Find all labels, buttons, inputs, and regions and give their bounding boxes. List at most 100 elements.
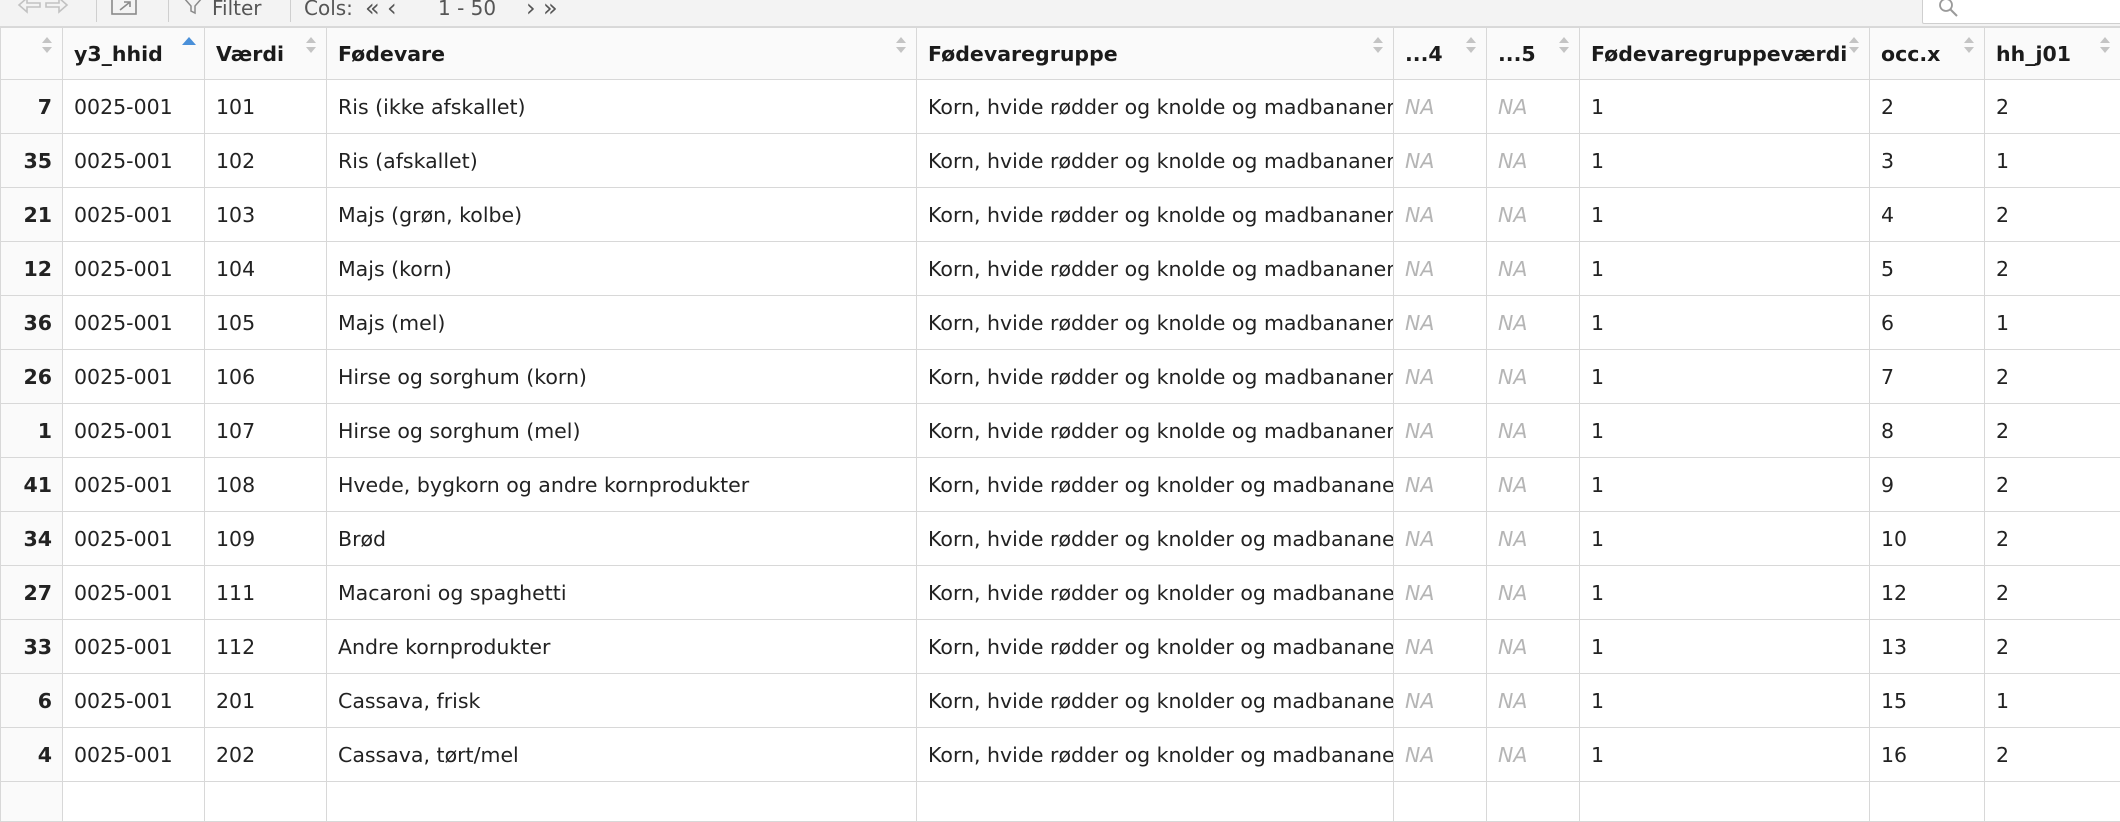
cell-4[interactable]: NA [1394,404,1487,458]
cell-fodevaregruppe[interactable]: Korn, hvide rødder og knolde og madbanan… [917,188,1394,242]
cell-occ-x[interactable]: 3 [1870,134,1985,188]
last-columns-button[interactable]: » [543,0,558,21]
cell-5[interactable]: NA [1487,134,1580,188]
cell-vaerdi[interactable]: 112 [205,620,327,674]
cell-vaerdi[interactable]: 105 [205,296,327,350]
cell-occ-x[interactable]: 13 [1870,620,1985,674]
cell-hh-j01[interactable]: 2 [1985,80,2120,134]
cell-fodevare[interactable]: Ris (ikke afskallet) [327,80,917,134]
cell-fodevaregruppevaerdi[interactable]: 1 [1580,404,1870,458]
cell-5[interactable]: NA [1487,242,1580,296]
cell-fodevare[interactable]: Brød [327,512,917,566]
cell-vaerdi[interactable]: 109 [205,512,327,566]
cell-vaerdi[interactable]: 108 [205,458,327,512]
cell-fodevaregruppevaerdi[interactable]: 1 [1580,242,1870,296]
cell-fodevaregruppe[interactable]: Korn, hvide rødder og knolde og madbanan… [917,404,1394,458]
cell-y3-hhid[interactable]: 0025-001 [63,80,205,134]
column-header-4[interactable]: ...4 [1394,28,1487,80]
cell-occ-x[interactable]: 2 [1870,80,1985,134]
cell-5[interactable]: NA [1487,728,1580,782]
cell-fodevaregruppe[interactable]: Korn, hvide rødder og knolder og madbana… [917,620,1394,674]
cell-hh-j01[interactable]: 2 [1985,728,2120,782]
cell-y3-hhid[interactable]: 0025-001 [63,566,205,620]
cell-vaerdi[interactable]: 202 [205,728,327,782]
cell-5[interactable]: NA [1487,620,1580,674]
cell-4[interactable]: NA [1394,620,1487,674]
cell-fodevare[interactable]: Cassava, frisk [327,674,917,728]
cell-fodevaregruppe[interactable]: Korn, hvide rødder og knolder og madbana… [917,566,1394,620]
cell-y3-hhid[interactable]: 0025-001 [63,404,205,458]
cell-vaerdi[interactable]: 201 [205,674,327,728]
next-columns-button[interactable]: › [526,0,536,21]
cell-vaerdi[interactable]: 104 [205,242,327,296]
cell-5[interactable]: NA [1487,404,1580,458]
cell-4[interactable]: NA [1394,134,1487,188]
cell-y3-hhid[interactable]: 0025-001 [63,296,205,350]
cell-4[interactable]: NA [1394,296,1487,350]
cell-fodevaregruppevaerdi[interactable]: 1 [1580,620,1870,674]
column-header-occ-x[interactable]: occ.x [1870,28,1985,80]
cell-occ-x[interactable]: 7 [1870,350,1985,404]
cell-y3-hhid[interactable]: 0025-001 [63,350,205,404]
cell-4[interactable]: NA [1394,566,1487,620]
cell-hh-j01[interactable]: 2 [1985,620,2120,674]
cell-y3-hhid[interactable]: 0025-001 [63,728,205,782]
cell-fodevaregruppe[interactable]: Korn, hvide rødder og knolder og madbana… [917,458,1394,512]
cell-hh-j01[interactable]: 2 [1985,512,2120,566]
cell-5[interactable]: NA [1487,458,1580,512]
cell-4[interactable]: NA [1394,350,1487,404]
back-arrow-icon[interactable] [16,0,42,21]
filter-icon[interactable] [182,0,204,21]
cell-fodevare[interactable]: Cassava, tørt/mel [327,728,917,782]
cell-y3-hhid[interactable]: 0025-001 [63,242,205,296]
cell-y3-hhid[interactable]: 0025-001 [63,134,205,188]
cell-occ-x[interactable]: 16 [1870,728,1985,782]
cell-occ-x[interactable]: 9 [1870,458,1985,512]
cell-fodevaregruppevaerdi[interactable]: 1 [1580,296,1870,350]
cell-occ-x[interactable]: 6 [1870,296,1985,350]
cell-vaerdi[interactable]: 107 [205,404,327,458]
cell-5[interactable]: NA [1487,188,1580,242]
cell-4[interactable]: NA [1394,728,1487,782]
cell-5[interactable]: NA [1487,296,1580,350]
cell-occ-x[interactable]: 4 [1870,188,1985,242]
cell-fodevare[interactable]: Majs (mel) [327,296,917,350]
cell-fodevaregruppevaerdi[interactable]: 1 [1580,512,1870,566]
cell-4[interactable]: NA [1394,512,1487,566]
cell-vaerdi[interactable]: 103 [205,188,327,242]
column-header-fodevaregruppe[interactable]: Fødevaregruppe [917,28,1394,80]
cell-fodevaregruppevaerdi[interactable]: 1 [1580,728,1870,782]
column-header-fodevare[interactable]: Fødevare [327,28,917,80]
cell-fodevaregruppe[interactable]: Korn, hvide rødder og knolde og madbanan… [917,80,1394,134]
cell-4[interactable]: NA [1394,188,1487,242]
cell-fodevaregruppevaerdi[interactable]: 1 [1580,188,1870,242]
cell-y3-hhid[interactable]: 0025-001 [63,512,205,566]
cell-fodevaregruppevaerdi[interactable]: 1 [1580,458,1870,512]
popout-window-icon[interactable] [110,0,140,21]
cell-fodevaregruppe[interactable]: Korn, hvide rødder og knolder og madbana… [917,512,1394,566]
cell-4[interactable]: NA [1394,242,1487,296]
column-header-5[interactable]: ...5 [1487,28,1580,80]
column-header-y3-hhid[interactable]: y3_hhid [63,28,205,80]
cell-4[interactable]: NA [1394,458,1487,512]
cell-5[interactable]: NA [1487,566,1580,620]
cell-5[interactable]: NA [1487,674,1580,728]
column-header-fodevaregruppevaerdi[interactable]: Fødevaregruppeværdi [1580,28,1870,80]
cell-fodevare[interactable]: Hirse og sorghum (mel) [327,404,917,458]
cell-occ-x[interactable]: 12 [1870,566,1985,620]
cell-occ-x[interactable]: 8 [1870,404,1985,458]
first-columns-button[interactable]: « [365,0,380,21]
cell-fodevare[interactable]: Majs (korn) [327,242,917,296]
column-header-vaerdi[interactable]: Værdi [205,28,327,80]
cell-occ-x[interactable]: 10 [1870,512,1985,566]
cell-fodevare[interactable]: Majs (grøn, kolbe) [327,188,917,242]
cell-fodevaregruppe[interactable]: Korn, hvide rødder og knolde og madbanan… [917,296,1394,350]
cell-hh-j01[interactable]: 1 [1985,674,2120,728]
cell-vaerdi[interactable]: 106 [205,350,327,404]
cell-fodevaregruppe[interactable]: Korn, hvide rødder og knolder og madbana… [917,674,1394,728]
cell-fodevaregruppe[interactable]: Korn, hvide rødder og knolde og madbanan… [917,350,1394,404]
cell-5[interactable]: NA [1487,80,1580,134]
cell-y3-hhid[interactable]: 0025-001 [63,458,205,512]
cell-4[interactable]: NA [1394,674,1487,728]
cell-fodevaregruppe[interactable]: Korn, hvide rødder og knolde og madbanan… [917,134,1394,188]
